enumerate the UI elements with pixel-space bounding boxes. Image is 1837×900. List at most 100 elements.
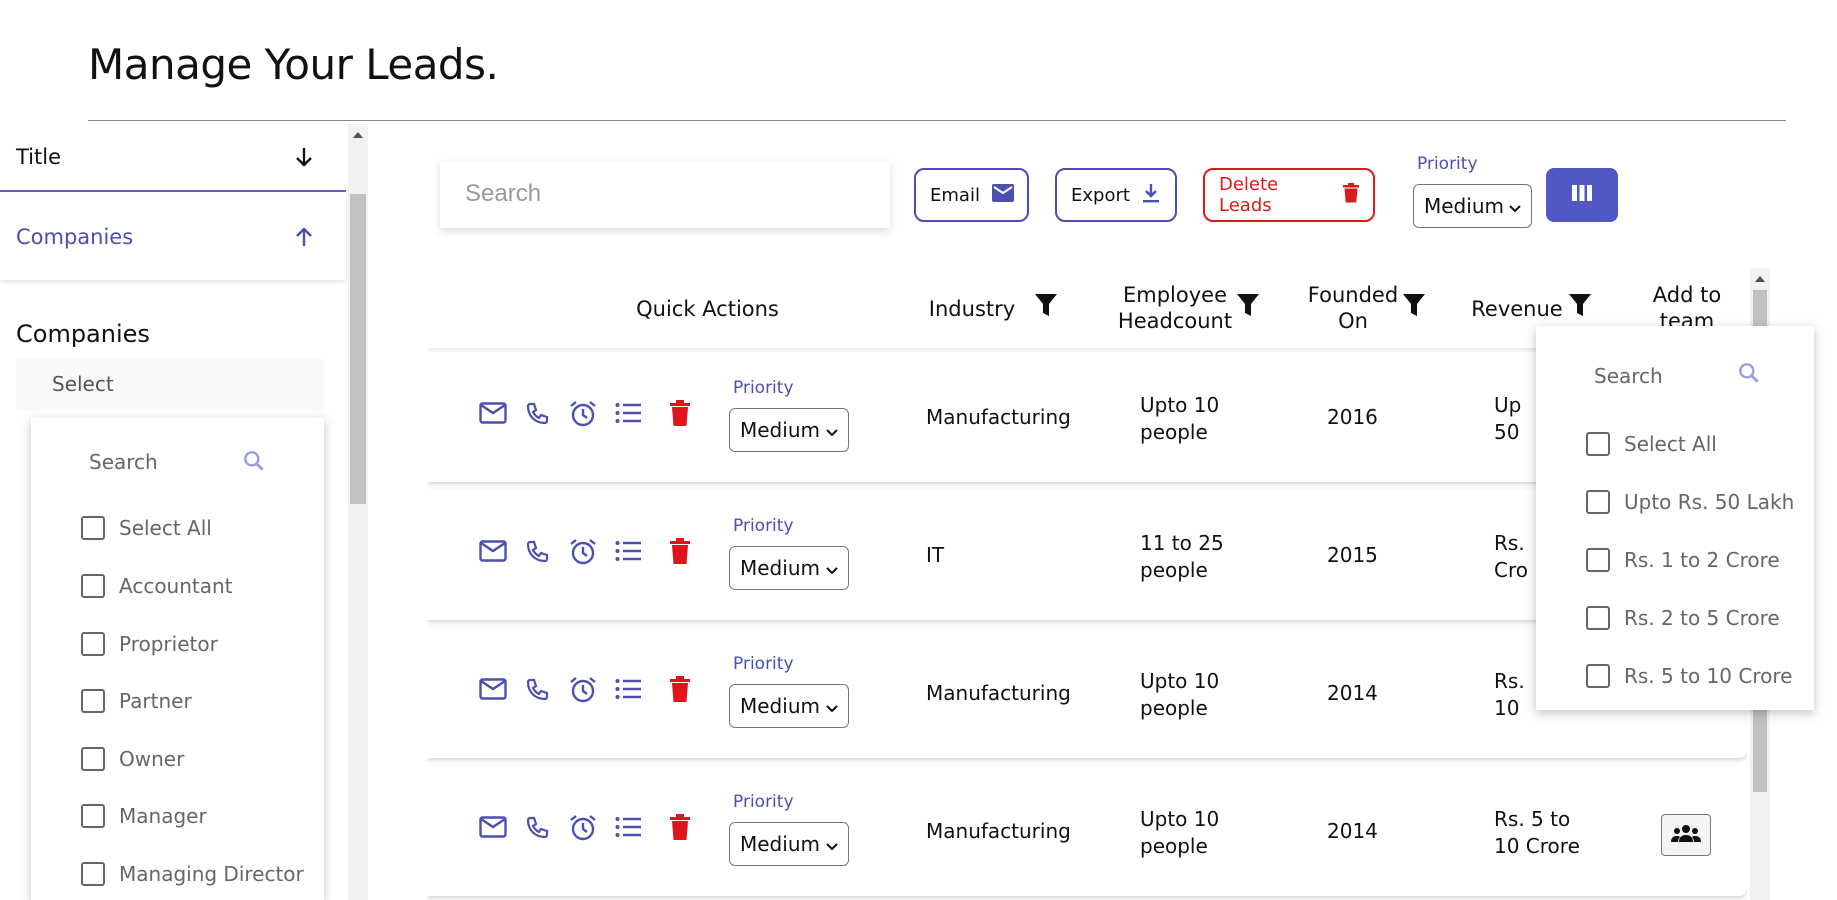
option-manager[interactable]: Manager [81,804,207,828]
alarm-icon[interactable] [569,400,597,432]
list-icon[interactable] [615,540,641,566]
trash-icon[interactable] [670,538,690,568]
arrow-up-icon [292,225,316,249]
revenue-search-input[interactable]: Search [1594,364,1663,388]
trash-icon[interactable] [670,400,690,430]
accordion-title[interactable]: Title [0,124,346,192]
email-button[interactable]: Email [914,168,1029,222]
checkbox[interactable] [1586,548,1610,572]
header-founded: Founded On [1303,282,1403,334]
row-priority-select[interactable]: Medium [729,822,849,866]
leads-search-input[interactable]: Search [440,162,890,228]
add-to-team-button[interactable] [1661,814,1711,856]
columns-icon [1572,185,1592,205]
header-team-line1: Add to [1652,283,1722,307]
checkbox[interactable] [1586,490,1610,514]
header-headcount-line1: Employee [1122,283,1227,307]
priority-select[interactable]: Medium [1413,184,1532,228]
companies-dropdown: Search Select All Accountant Proprietor … [31,418,324,900]
mail-icon[interactable] [479,540,507,566]
revenue-option-1-to-2-crore[interactable]: Rs. 1 to 2 Crore [1586,548,1780,572]
option-label: Owner [119,747,185,771]
filter-icon[interactable] [1237,294,1259,322]
companies-section-label: Companies [16,320,150,348]
option-label: Managing Director [119,862,304,886]
mail-icon[interactable] [479,678,507,704]
alarm-icon[interactable] [569,676,597,708]
phone-icon[interactable] [525,540,549,568]
revenue-cell: Rs. 5 to 10 Crore [1494,806,1580,860]
row-priority-value: Medium [740,418,820,442]
dropdown-search-input[interactable]: Search [89,450,158,474]
revenue-line1: Rs. [1494,669,1525,693]
revenue-option-upto-50-lakh[interactable]: Upto Rs. 50 Lakh [1586,490,1794,514]
option-partner[interactable]: Partner [81,689,192,713]
header-founded-line2: On [1338,309,1368,333]
option-label: Rs. 5 to 10 Crore [1624,664,1793,688]
scroll-up-arrow[interactable] [353,132,363,138]
team-icon [1671,824,1701,846]
accordion-companies[interactable]: Companies [0,194,346,280]
row-priority-select[interactable]: Medium [729,546,849,590]
checkbox[interactable] [81,862,105,886]
priority-value: Medium [1424,194,1504,218]
revenue-option-select-all[interactable]: Select All [1586,432,1717,456]
phone-icon[interactable] [525,402,549,430]
headcount-line1: Upto 10 [1140,669,1220,693]
trash-icon[interactable] [670,814,690,844]
checkbox[interactable] [1586,606,1610,630]
columns-button[interactable] [1546,168,1618,222]
option-managing-director[interactable]: Managing Director [81,862,304,886]
option-label: Select All [119,516,212,540]
industry-cell: Manufacturing [926,405,1071,429]
checkbox[interactable] [81,632,105,656]
list-icon[interactable] [615,816,641,842]
checkbox[interactable] [1586,664,1610,688]
headcount-line2: people [1140,834,1208,858]
delete-leads-button[interactable]: Delete Leads [1203,168,1375,222]
export-button[interactable]: Export [1055,168,1177,222]
phone-icon[interactable] [525,816,549,844]
companies-select[interactable]: Select [16,358,324,410]
list-icon[interactable] [615,678,641,704]
industry-cell: Manufacturing [926,819,1071,843]
chevron-down-icon [826,694,838,718]
headcount-line2: people [1140,420,1208,444]
filter-icon[interactable] [1403,294,1425,322]
search-icon[interactable] [1736,360,1762,390]
filter-icon[interactable] [1569,294,1591,322]
filter-icon[interactable] [1035,294,1057,322]
checkbox[interactable] [1586,432,1610,456]
mail-icon[interactable] [479,816,507,842]
row-priority-select[interactable]: Medium [729,408,849,452]
option-select-all[interactable]: Select All [81,516,212,540]
list-icon[interactable] [615,402,641,428]
chevron-down-icon [1509,194,1521,218]
row-priority-select[interactable]: Medium [729,684,849,728]
option-accountant[interactable]: Accountant [81,574,233,598]
checkbox[interactable] [81,804,105,828]
scroll-up-arrow[interactable] [1755,276,1765,282]
option-owner[interactable]: Owner [81,747,184,771]
search-icon[interactable] [241,448,267,478]
row-priority-value: Medium [740,556,820,580]
mail-icon[interactable] [479,402,507,428]
phone-icon[interactable] [525,678,549,706]
chevron-down-icon [826,832,838,856]
headcount-cell: 11 to 25 people [1140,530,1224,584]
checkbox[interactable] [81,689,105,713]
row-priority-label: Priority [733,378,794,398]
option-proprietor[interactable]: Proprietor [81,632,218,656]
revenue-option-2-to-5-crore[interactable]: Rs. 2 to 5 Crore [1586,606,1780,630]
sidebar-scrollbar[interactable] [348,124,368,900]
scrollbar-thumb[interactable] [350,194,366,504]
trash-icon[interactable] [670,676,690,706]
alarm-icon[interactable] [569,814,597,846]
option-label: Rs. 1 to 2 Crore [1624,548,1780,572]
revenue-line2: 50 [1494,420,1520,444]
revenue-option-5-to-10-crore[interactable]: Rs. 5 to 10 Crore [1586,664,1792,688]
checkbox[interactable] [81,516,105,540]
alarm-icon[interactable] [569,538,597,570]
checkbox[interactable] [81,747,105,771]
checkbox[interactable] [81,574,105,598]
